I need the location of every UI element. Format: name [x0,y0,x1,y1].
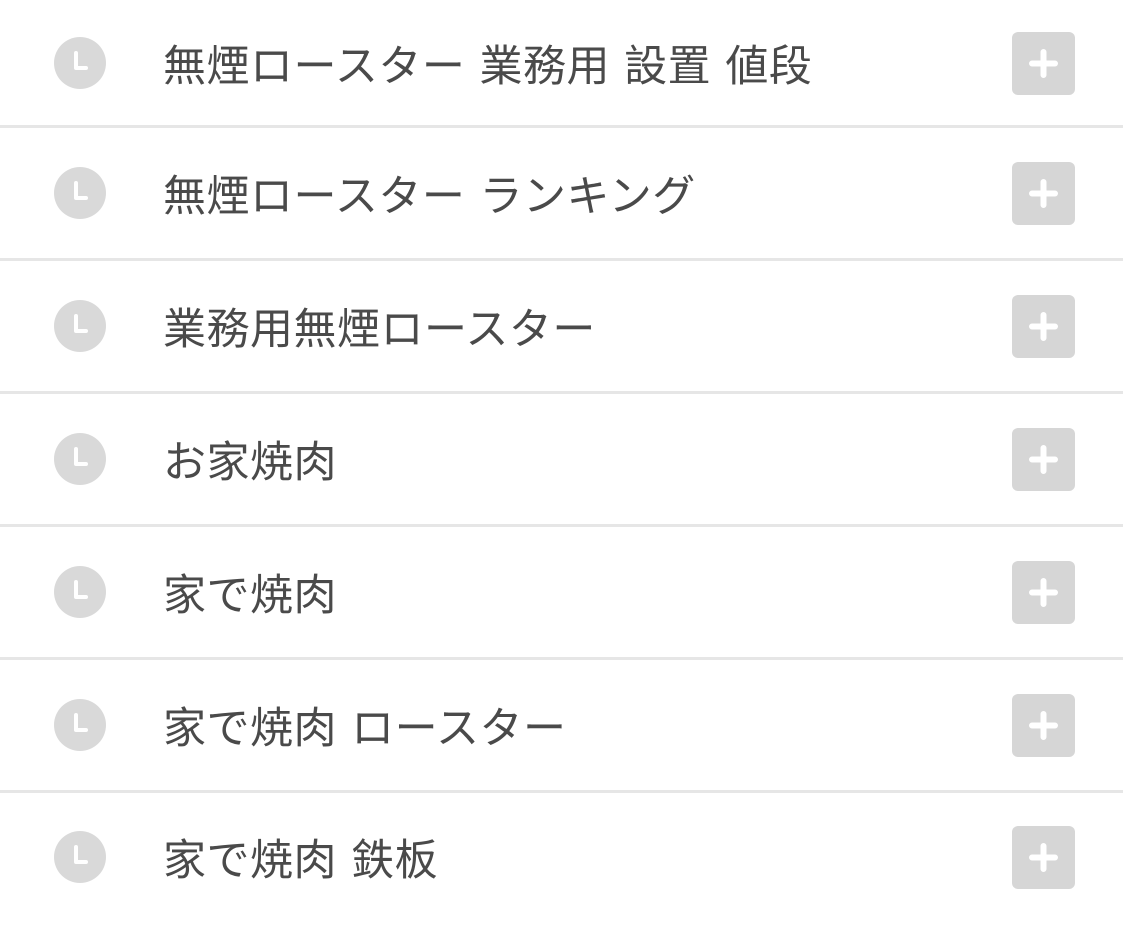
clock-icon [54,699,106,751]
clock-icon [54,433,106,485]
plus-icon [1029,48,1058,78]
add-to-search-button[interactable] [1012,694,1075,757]
add-to-search-button[interactable] [1012,428,1075,491]
plus-icon [1029,843,1058,872]
clock-icon [54,300,106,352]
list-item[interactable]: お家焼肉 [0,394,1123,527]
plus-icon [1029,711,1058,740]
plus-icon [1029,445,1058,474]
plus-icon [1029,179,1058,208]
list-item[interactable]: 無煙ロースター ランキング [0,128,1123,261]
add-to-search-button[interactable] [1012,826,1075,889]
suggestion-text: 無煙ロースター ランキング [163,172,696,222]
list-item[interactable]: 業務用無煙ロースター [0,261,1123,394]
clock-icon [54,167,106,219]
add-to-search-button[interactable] [1012,295,1075,358]
add-to-search-button[interactable] [1012,31,1075,95]
add-to-search-button[interactable] [1012,162,1075,225]
clock-icon [54,831,106,883]
plus-icon [1029,578,1058,607]
plus-icon [1029,312,1058,341]
search-history-list: 無煙ロースター 業務用 設置 値段 無煙ロースター ランキング 業務用無煙ロース… [0,0,1123,927]
suggestion-text: 業務用無煙ロースター [163,305,596,355]
list-item[interactable]: 家で焼肉 鉄板 [0,793,1123,921]
suggestion-text: 無煙ロースター 業務用 設置 値段 [163,41,813,92]
suggestion-text: お家焼肉 [163,438,337,488]
clock-icon [54,36,106,89]
add-to-search-button[interactable] [1012,561,1075,624]
suggestion-text: 家で焼肉 ロースター [163,704,567,754]
list-item[interactable]: 家で焼肉 [0,527,1123,660]
suggestion-text: 家で焼肉 鉄板 [163,836,439,886]
clock-icon [54,566,106,618]
list-item[interactable]: 無煙ロースター 業務用 設置 値段 [0,0,1123,128]
suggestion-text: 家で焼肉 [163,571,337,621]
list-item[interactable]: 家で焼肉 ロースター [0,660,1123,793]
